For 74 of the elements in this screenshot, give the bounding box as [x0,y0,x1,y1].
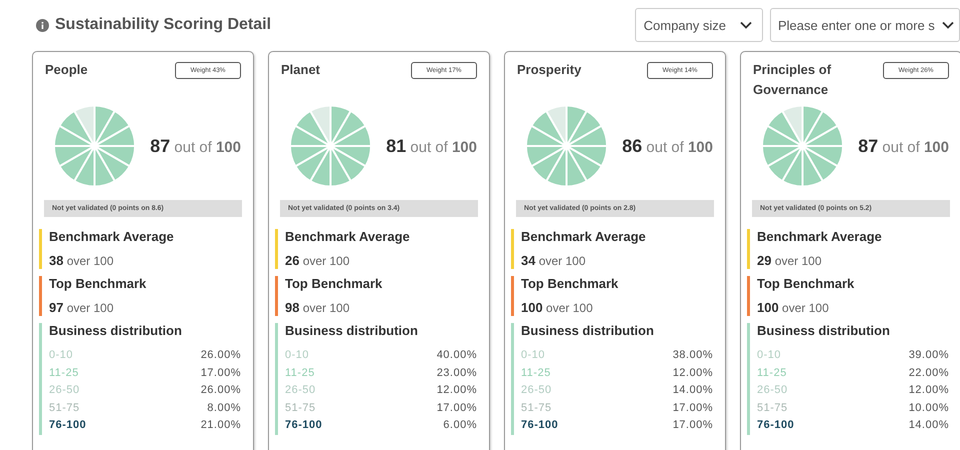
range-label: 76-100 [757,418,794,433]
benchmark-value: 98 over 100 [285,300,351,316]
score-text: 87 out of 100 [150,136,241,156]
share-value: 14.00% [672,383,713,398]
distribution-title: Business distribution [521,323,655,339]
benchmark-label: Top Benchmark [285,276,384,292]
share-value: 17.00% [200,366,241,380]
range-label: 0-10 [285,348,310,363]
range-label: 76-100 [521,418,558,433]
card-title: Planet [281,61,322,79]
card-title: People [45,61,89,79]
share-value: 8.00% [207,400,241,416]
benchmark-label: Top Benchmark [757,276,856,292]
share-value: 22.00% [908,366,949,380]
benchmark-value: 29 over 100 [757,253,823,269]
benchmark-label: Benchmark Average [285,229,411,245]
share-value: 38.00% [672,348,713,363]
benchmark-value: 100 over 100 [757,300,830,316]
share-value: 23.00% [436,366,477,380]
info-icon [36,18,49,32]
benchmark-value: 97 over 100 [49,300,115,316]
share-value: 12.00% [436,383,477,398]
card-title: Prosperity [517,61,582,79]
range-label: 11-25 [757,366,787,380]
range-label: 0-10 [49,348,74,363]
chevron-down-icon [942,21,954,29]
share-value: 12.00% [908,383,949,398]
benchmark-label: Benchmark Average [757,229,883,245]
share-value: 39.00% [908,348,949,363]
range-label: 51-75 [49,400,80,416]
share-value: 14.00% [908,418,949,433]
score-text: 87 out of 100 [858,136,949,156]
range-label: 26-50 [49,383,80,398]
benchmark-label: Benchmark Average [521,229,647,245]
share-value: 26.00% [200,348,241,363]
chevron-down-icon [740,21,752,29]
card-title: Principles of Governance [753,61,832,99]
company-size-dropdown[interactable]: Company size [634,8,763,42]
range-label: 11-25 [49,366,79,380]
share-value: 21.00% [200,418,241,433]
share-value: 26.00% [200,383,241,398]
range-label: 51-75 [757,400,788,416]
range-label: 26-50 [757,383,788,398]
score-text: 86 out of 100 [622,136,713,156]
distribution-title: Business distribution [757,323,891,339]
benchmark-value: 34 over 100 [521,253,587,269]
share-value: 12.00% [672,366,713,380]
benchmark-label: Top Benchmark [49,276,148,292]
range-label: 76-100 [285,418,322,433]
range-label: 11-25 [285,366,315,380]
distribution-title: Business distribution [285,323,419,339]
share-value: 17.00% [672,400,713,416]
benchmark-value: 38 over 100 [49,253,115,269]
benchmark-value: 26 over 100 [285,253,351,269]
share-value: 40.00% [436,348,477,363]
search-select-field[interactable]: Please enter one or more s [770,8,960,42]
section-title: Sustainability Scoring Detail [55,16,272,34]
range-label: 0-10 [757,348,782,363]
benchmark-label: Top Benchmark [521,276,620,292]
distribution-title: Business distribution [49,323,183,339]
range-label: 51-75 [285,400,316,416]
share-value: 17.00% [672,418,713,433]
range-label: 26-50 [521,383,552,398]
range-label: 51-75 [521,400,552,416]
benchmark-label: Benchmark Average [49,229,175,245]
score-text: 81 out of 100 [386,136,477,156]
range-label: 26-50 [285,383,316,398]
share-value: 10.00% [908,400,949,416]
share-value: 17.00% [436,400,477,416]
range-label: 0-10 [521,348,546,363]
range-label: 11-25 [521,366,551,380]
share-value: 6.00% [443,418,477,433]
range-label: 76-100 [49,418,86,433]
benchmark-value: 100 over 100 [521,300,594,316]
